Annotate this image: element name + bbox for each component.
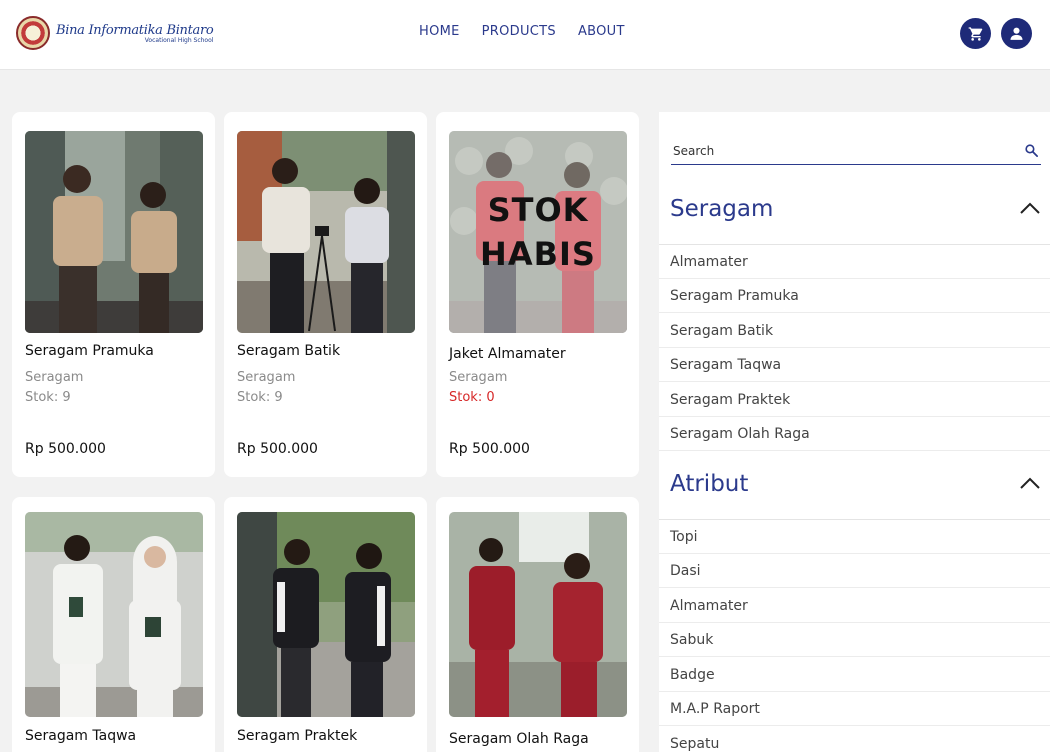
section-title-atribut[interactable]: Atribut bbox=[670, 471, 748, 497]
product-name: Seragam Olah Raga bbox=[449, 731, 589, 747]
nav-home[interactable]: HOME bbox=[419, 24, 460, 39]
attribute-label: M.A.P Raport bbox=[670, 701, 760, 717]
category-item[interactable]: Seragam Batik bbox=[659, 314, 1050, 348]
product-category: Seragam bbox=[25, 370, 84, 385]
product-card[interactable]: Seragam Taqwa bbox=[12, 497, 215, 752]
category-label: Seragam Praktek bbox=[670, 392, 791, 408]
product-name: Jaket Almamater bbox=[449, 346, 566, 362]
category-item[interactable]: Almamater bbox=[659, 245, 1050, 279]
product-card[interactable]: Seragam Olah Raga bbox=[436, 497, 639, 752]
product-card[interactable]: Seragam Batik Seragam Stok: 9 Rp 500.000 bbox=[224, 112, 427, 477]
attribute-item[interactable]: Sabuk bbox=[659, 623, 1050, 657]
attribute-item[interactable]: Almamater bbox=[659, 589, 1050, 623]
sold-out-overlay: STOK HABIS bbox=[449, 131, 627, 333]
product-price: Rp 500.000 bbox=[25, 441, 106, 457]
product-category: Seragam bbox=[237, 370, 296, 385]
search-box bbox=[671, 138, 1041, 165]
attribute-item[interactable]: M.A.P Raport bbox=[659, 692, 1050, 726]
product-photo bbox=[25, 512, 203, 717]
nav-about[interactable]: ABOUT bbox=[578, 24, 625, 39]
product-card[interactable]: Seragam Praktek bbox=[224, 497, 427, 752]
category-label: Seragam Pramuka bbox=[670, 288, 799, 304]
product-photo: STOK HABIS bbox=[449, 131, 627, 333]
logo-subtitle: Vocational High School bbox=[144, 36, 214, 44]
cart-button[interactable] bbox=[960, 18, 991, 49]
attribute-label: Sabuk bbox=[670, 632, 714, 648]
category-label: Seragam Taqwa bbox=[670, 357, 782, 373]
main-nav: HOME PRODUCTS ABOUT bbox=[419, 24, 625, 39]
nav-products[interactable]: PRODUCTS bbox=[482, 24, 556, 39]
category-label: Seragam Batik bbox=[670, 323, 774, 339]
cart-icon bbox=[968, 26, 982, 41]
filter-sidebar: Seragam Almamater Seragam Pramuka Seraga… bbox=[659, 112, 1050, 752]
product-category: Seragam bbox=[449, 370, 508, 385]
product-name: Seragam Praktek bbox=[237, 728, 358, 744]
product-photo bbox=[237, 131, 415, 333]
category-item[interactable]: Seragam Taqwa bbox=[659, 348, 1050, 382]
category-item[interactable]: Seragam Olah Raga bbox=[659, 417, 1050, 451]
attribute-label: Sepatu bbox=[670, 736, 720, 752]
attribute-label: Almamater bbox=[670, 598, 748, 614]
section-title-seragam[interactable]: Seragam bbox=[670, 196, 773, 222]
product-card[interactable]: Seragam Pramuka Seragam Stok: 9 Rp 500.0… bbox=[12, 112, 215, 477]
chevron-up-icon[interactable] bbox=[1019, 476, 1041, 490]
product-name: Seragam Pramuka bbox=[25, 343, 154, 359]
category-item[interactable]: Seragam Pramuka bbox=[659, 279, 1050, 313]
search-input[interactable] bbox=[671, 144, 1011, 158]
product-name: Seragam Batik bbox=[237, 343, 341, 359]
product-stock: Stok: 9 bbox=[25, 390, 71, 405]
product-card[interactable]: STOK HABIS Jaket Almamater Seragam Stok:… bbox=[436, 112, 639, 477]
attribute-item[interactable]: Sepatu bbox=[659, 727, 1050, 752]
product-stock: Stok: 0 bbox=[449, 390, 495, 405]
sold-out-label: STOK HABIS bbox=[480, 191, 596, 273]
category-label: Seragam Olah Raga bbox=[670, 426, 810, 442]
logo-name: Bina Informatika Bintaro bbox=[56, 22, 214, 38]
attribute-item[interactable]: Badge bbox=[659, 658, 1050, 692]
category-label: Almamater bbox=[670, 254, 748, 270]
account-button[interactable] bbox=[1001, 18, 1032, 49]
top-header: Bina Informatika Bintaro Vocational High… bbox=[0, 0, 1050, 70]
user-icon bbox=[1010, 27, 1023, 40]
product-name: Seragam Taqwa bbox=[25, 728, 137, 744]
product-stock: Stok: 9 bbox=[237, 390, 283, 405]
attribute-item[interactable]: Topi bbox=[659, 520, 1050, 554]
attribute-item[interactable]: Dasi bbox=[659, 554, 1050, 588]
product-photo bbox=[237, 512, 415, 717]
school-logo[interactable]: Bina Informatika Bintaro Vocational High… bbox=[16, 16, 214, 50]
product-price: Rp 500.000 bbox=[237, 441, 318, 457]
attribute-label: Dasi bbox=[670, 563, 701, 579]
search-icon[interactable] bbox=[1024, 143, 1039, 158]
chevron-up-icon[interactable] bbox=[1019, 201, 1041, 215]
product-price: Rp 500.000 bbox=[449, 441, 530, 457]
attribute-label: Badge bbox=[670, 667, 715, 683]
attribute-label: Topi bbox=[670, 529, 698, 545]
product-photo bbox=[25, 131, 203, 333]
school-seal-icon bbox=[16, 16, 50, 50]
product-photo bbox=[449, 512, 627, 717]
category-item[interactable]: Seragam Praktek bbox=[659, 383, 1050, 417]
